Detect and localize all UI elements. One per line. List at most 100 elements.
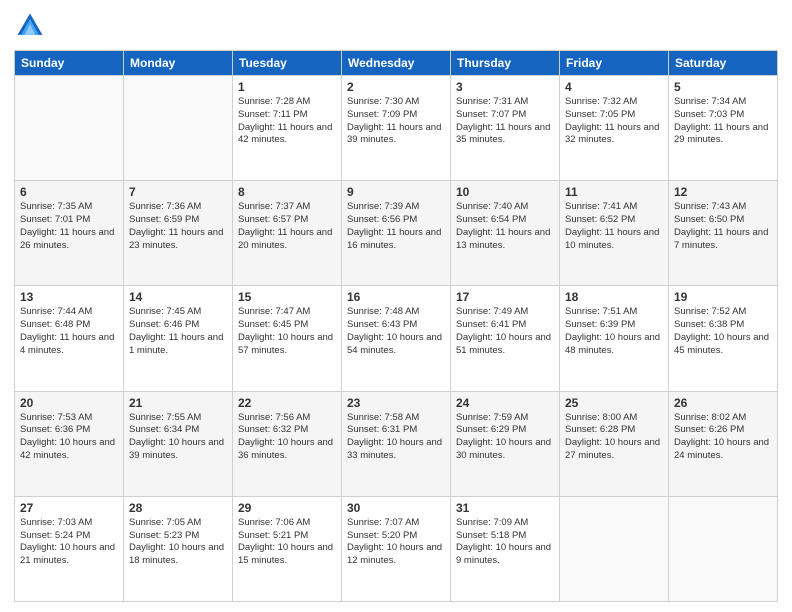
- day-number: 12: [674, 185, 772, 199]
- day-number: 16: [347, 290, 445, 304]
- day-info: Sunrise: 7:43 AM Sunset: 6:50 PM Dayligh…: [674, 201, 772, 252]
- calendar-week-row: 1 Sunrise: 7:28 AM Sunset: 7:11 PM Daylig…: [15, 76, 778, 181]
- calendar-cell: 13Sunrise: 7:44 AM Sunset: 6:48 PM Dayli…: [15, 286, 124, 391]
- calendar-cell: 2 Sunrise: 7:30 AM Sunset: 7:09 PM Daylig…: [342, 76, 451, 181]
- day-info: Sunrise: 7:40 AM Sunset: 6:54 PM Dayligh…: [456, 201, 554, 252]
- calendar-cell: 21Sunrise: 7:55 AM Sunset: 6:34 PM Dayli…: [124, 391, 233, 496]
- day-info: Sunrise: 7:05 AM Sunset: 5:23 PM Dayligh…: [129, 517, 227, 568]
- day-info: Sunrise: 7:52 AM Sunset: 6:38 PM Dayligh…: [674, 306, 772, 357]
- logo: [14, 10, 50, 42]
- calendar-cell: 18 Sunrise: 7:51 AM Sunset: 6:39 PM Dayli…: [560, 286, 669, 391]
- logo-icon: [14, 10, 46, 42]
- day-info: Sunrise: 7:47 AM Sunset: 6:45 PM Dayligh…: [238, 306, 336, 357]
- day-number: 23: [347, 396, 445, 410]
- day-number: 7: [129, 185, 227, 199]
- day-info: Sunrise: 7:48 AM Sunset: 6:43 PM Dayligh…: [347, 306, 445, 357]
- day-number: 13: [20, 290, 118, 304]
- day-info: Sunrise: 7:58 AM Sunset: 6:31 PM Dayligh…: [347, 412, 445, 463]
- day-number: 2: [347, 80, 445, 94]
- day-number: 1: [238, 80, 336, 94]
- calendar-cell: [15, 76, 124, 181]
- calendar-cell: 28 Sunrise: 7:05 AM Sunset: 5:23 PM Dayli…: [124, 496, 233, 601]
- calendar-cell: 9 Sunrise: 7:39 AM Sunset: 6:56 PM Daylig…: [342, 181, 451, 286]
- calendar-cell: 7 Sunrise: 7:36 AM Sunset: 6:59 PM Daylig…: [124, 181, 233, 286]
- col-wednesday: Wednesday: [342, 51, 451, 76]
- col-sunday: Sunday: [15, 51, 124, 76]
- day-info: Sunrise: 7:32 AM Sunset: 7:05 PM Dayligh…: [565, 96, 663, 147]
- day-info: Sunrise: 8:00 AM Sunset: 6:28 PM Dayligh…: [565, 412, 663, 463]
- calendar-cell: 31Sunrise: 7:09 AM Sunset: 5:18 PM Dayli…: [451, 496, 560, 601]
- day-info: Sunrise: 7:49 AM Sunset: 6:41 PM Dayligh…: [456, 306, 554, 357]
- calendar-cell: 27 Sunrise: 7:03 AM Sunset: 5:24 PM Dayli…: [15, 496, 124, 601]
- header: [14, 10, 778, 42]
- day-info: Sunrise: 7:30 AM Sunset: 7:09 PM Dayligh…: [347, 96, 445, 147]
- day-info: Sunrise: 7:28 AM Sunset: 7:11 PM Dayligh…: [238, 96, 336, 147]
- day-number: 11: [565, 185, 663, 199]
- day-info: Sunrise: 7:06 AM Sunset: 5:21 PM Dayligh…: [238, 517, 336, 568]
- day-number: 3: [456, 80, 554, 94]
- day-number: 9: [347, 185, 445, 199]
- calendar-cell: 17Sunrise: 7:49 AM Sunset: 6:41 PM Dayli…: [451, 286, 560, 391]
- day-info: Sunrise: 8:02 AM Sunset: 6:26 PM Dayligh…: [674, 412, 772, 463]
- calendar-cell: 26 Sunrise: 8:02 AM Sunset: 6:26 PM Dayli…: [669, 391, 778, 496]
- calendar-cell: 22 Sunrise: 7:56 AM Sunset: 6:32 PM Dayli…: [233, 391, 342, 496]
- day-number: 22: [238, 396, 336, 410]
- day-number: 4: [565, 80, 663, 94]
- day-info: Sunrise: 7:09 AM Sunset: 5:18 PM Dayligh…: [456, 517, 554, 568]
- calendar-cell: [124, 76, 233, 181]
- day-number: 10: [456, 185, 554, 199]
- day-number: 29: [238, 501, 336, 515]
- day-info: Sunrise: 7:59 AM Sunset: 6:29 PM Dayligh…: [456, 412, 554, 463]
- calendar-cell: 5Sunrise: 7:34 AM Sunset: 7:03 PM Daylig…: [669, 76, 778, 181]
- calendar-cell: 3 Sunrise: 7:31 AM Sunset: 7:07 PM Daylig…: [451, 76, 560, 181]
- calendar-cell: 16 Sunrise: 7:48 AM Sunset: 6:43 PM Dayli…: [342, 286, 451, 391]
- day-number: 25: [565, 396, 663, 410]
- day-info: Sunrise: 7:45 AM Sunset: 6:46 PM Dayligh…: [129, 306, 227, 357]
- calendar-cell: 30 Sunrise: 7:07 AM Sunset: 5:20 PM Dayli…: [342, 496, 451, 601]
- day-number: 30: [347, 501, 445, 515]
- calendar-week-row: 27 Sunrise: 7:03 AM Sunset: 5:24 PM Dayli…: [15, 496, 778, 601]
- calendar-cell: 15Sunrise: 7:47 AM Sunset: 6:45 PM Dayli…: [233, 286, 342, 391]
- calendar-header-row: Sunday Monday Tuesday Wednesday Thursday…: [15, 51, 778, 76]
- calendar-cell: 24Sunrise: 7:59 AM Sunset: 6:29 PM Dayli…: [451, 391, 560, 496]
- day-info: Sunrise: 7:37 AM Sunset: 6:57 PM Dayligh…: [238, 201, 336, 252]
- day-number: 27: [20, 501, 118, 515]
- day-number: 18: [565, 290, 663, 304]
- day-info: Sunrise: 7:55 AM Sunset: 6:34 PM Dayligh…: [129, 412, 227, 463]
- day-number: 8: [238, 185, 336, 199]
- col-tuesday: Tuesday: [233, 51, 342, 76]
- calendar-cell: 12 Sunrise: 7:43 AM Sunset: 6:50 PM Dayli…: [669, 181, 778, 286]
- day-number: 28: [129, 501, 227, 515]
- day-info: Sunrise: 7:36 AM Sunset: 6:59 PM Dayligh…: [129, 201, 227, 252]
- day-info: Sunrise: 7:35 AM Sunset: 7:01 PM Dayligh…: [20, 201, 118, 252]
- calendar-cell: 14 Sunrise: 7:45 AM Sunset: 6:46 PM Dayli…: [124, 286, 233, 391]
- day-info: Sunrise: 7:56 AM Sunset: 6:32 PM Dayligh…: [238, 412, 336, 463]
- calendar-cell: [669, 496, 778, 601]
- calendar-cell: 23 Sunrise: 7:58 AM Sunset: 6:31 PM Dayli…: [342, 391, 451, 496]
- calendar-cell: 20 Sunrise: 7:53 AM Sunset: 6:36 PM Dayli…: [15, 391, 124, 496]
- calendar-cell: 29 Sunrise: 7:06 AM Sunset: 5:21 PM Dayli…: [233, 496, 342, 601]
- day-info: Sunrise: 7:03 AM Sunset: 5:24 PM Dayligh…: [20, 517, 118, 568]
- calendar-week-row: 13Sunrise: 7:44 AM Sunset: 6:48 PM Dayli…: [15, 286, 778, 391]
- calendar-cell: 10 Sunrise: 7:40 AM Sunset: 6:54 PM Dayli…: [451, 181, 560, 286]
- day-info: Sunrise: 7:07 AM Sunset: 5:20 PM Dayligh…: [347, 517, 445, 568]
- col-saturday: Saturday: [669, 51, 778, 76]
- calendar-table: Sunday Monday Tuesday Wednesday Thursday…: [14, 50, 778, 602]
- day-info: Sunrise: 7:51 AM Sunset: 6:39 PM Dayligh…: [565, 306, 663, 357]
- col-friday: Friday: [560, 51, 669, 76]
- day-number: 5: [674, 80, 772, 94]
- day-info: Sunrise: 7:31 AM Sunset: 7:07 PM Dayligh…: [456, 96, 554, 147]
- calendar-cell: [560, 496, 669, 601]
- day-number: 26: [674, 396, 772, 410]
- day-number: 20: [20, 396, 118, 410]
- calendar-cell: 1 Sunrise: 7:28 AM Sunset: 7:11 PM Daylig…: [233, 76, 342, 181]
- calendar-cell: 25 Sunrise: 8:00 AM Sunset: 6:28 PM Dayli…: [560, 391, 669, 496]
- calendar-cell: 11Sunrise: 7:41 AM Sunset: 6:52 PM Dayli…: [560, 181, 669, 286]
- calendar-week-row: 6Sunrise: 7:35 AM Sunset: 7:01 PM Daylig…: [15, 181, 778, 286]
- day-info: Sunrise: 7:39 AM Sunset: 6:56 PM Dayligh…: [347, 201, 445, 252]
- day-number: 19: [674, 290, 772, 304]
- day-info: Sunrise: 7:53 AM Sunset: 6:36 PM Dayligh…: [20, 412, 118, 463]
- calendar-cell: 19 Sunrise: 7:52 AM Sunset: 6:38 PM Dayli…: [669, 286, 778, 391]
- page: Sunday Monday Tuesday Wednesday Thursday…: [0, 0, 792, 612]
- day-number: 14: [129, 290, 227, 304]
